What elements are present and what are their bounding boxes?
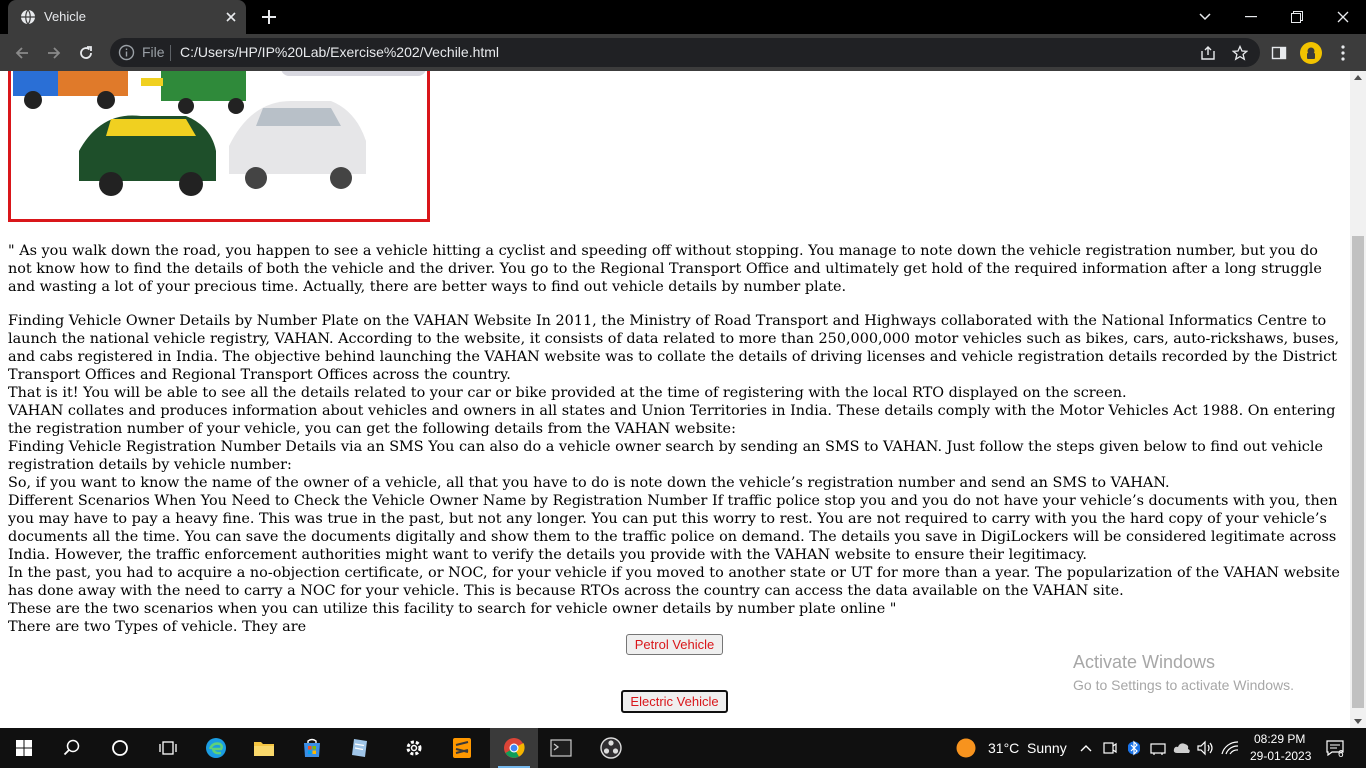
cortana-icon[interactable] <box>96 728 144 768</box>
task-view-icon[interactable] <box>144 728 192 768</box>
onedrive-icon[interactable] <box>1172 738 1192 758</box>
bluetooth-icon[interactable] <box>1124 738 1144 758</box>
weather-temperature[interactable]: 31°C <box>988 740 1019 756</box>
forward-icon[interactable] <box>41 40 67 66</box>
windows-taskbar: 31°C Sunny 08:29 PM 29-01-2023 6 <box>0 728 1366 768</box>
info-icon[interactable] <box>118 44 135 61</box>
obs-icon[interactable] <box>587 728 635 768</box>
meet-now-icon[interactable] <box>1100 738 1120 758</box>
intro-paragraph: " As you walk down the road, you happen … <box>8 243 1322 295</box>
terminal-icon[interactable] <box>537 728 585 768</box>
electric-vehicle-button[interactable]: Electric Vehicle <box>621 690 728 713</box>
text-line: Finding Vehicle Registration Number Deta… <box>8 439 1323 473</box>
restore-icon[interactable] <box>1274 0 1320 34</box>
bookmark-star-icon[interactable] <box>1230 43 1250 63</box>
petrol-vehicle-button[interactable]: Petrol Vehicle <box>626 634 723 655</box>
minimize-icon[interactable] <box>1228 0 1274 34</box>
text-line: So, if you want to know the name of the … <box>8 475 1170 491</box>
tab-title: Vehicle <box>44 9 86 24</box>
text-line: That is it! You will be able to see all … <box>8 385 1127 401</box>
watermark-subtitle: Go to Settings to activate Windows. <box>1073 677 1294 693</box>
weather-description[interactable]: Sunny <box>1027 740 1067 756</box>
clock-time[interactable]: 08:29 PM <box>1254 732 1305 746</box>
text-line: VAHAN collates and produces information … <box>8 403 1336 437</box>
clock-date[interactable]: 29-01-2023 <box>1250 749 1311 763</box>
browser-toolbar: File C:/Users/HP/IP%20Lab/Exercise%202/V… <box>0 34 1366 71</box>
text-line: Different Scenarios When You Need to Che… <box>8 493 1338 563</box>
store-icon[interactable] <box>288 728 336 768</box>
tab-search-icon[interactable] <box>1182 0 1228 34</box>
wifi-icon[interactable] <box>1220 738 1240 758</box>
volume-icon[interactable] <box>1196 738 1216 758</box>
reload-icon[interactable] <box>73 40 99 66</box>
back-icon[interactable] <box>9 40 35 66</box>
network-icon[interactable] <box>1148 738 1168 758</box>
address-bar[interactable]: File C:/Users/HP/IP%20Lab/Exercise%202/V… <box>110 38 1260 67</box>
browser-titlebar: Vehicle <box>0 0 1366 34</box>
sublime-text-icon[interactable] <box>438 728 486 768</box>
scroll-down-arrow-icon[interactable] <box>1354 719 1362 724</box>
settings-gear-icon[interactable] <box>390 728 438 768</box>
file-explorer-icon[interactable] <box>240 728 288 768</box>
close-window-icon[interactable] <box>1320 0 1366 34</box>
watermark-title: Activate Windows <box>1073 652 1216 672</box>
chevron-up-icon[interactable] <box>1076 738 1096 758</box>
text-line: These are the two scenarios when you can… <box>8 601 897 617</box>
start-button[interactable] <box>0 728 48 768</box>
vehicles-illustration <box>13 71 426 196</box>
windows-logo-icon <box>16 740 32 756</box>
new-tab-icon[interactable] <box>258 6 280 28</box>
text-line: In the past, you had to acquire a no-obj… <box>8 565 1340 599</box>
search-icon[interactable] <box>48 728 96 768</box>
omnibox-separator <box>170 45 171 61</box>
scrollbar-thumb[interactable] <box>1352 236 1364 708</box>
menu-dots-icon[interactable] <box>1330 40 1356 66</box>
url-text[interactable]: C:/Users/HP/IP%20Lab/Exercise%202/Vechil… <box>180 44 499 60</box>
page-content: " As you walk down the road, you happen … <box>0 71 1350 728</box>
scheme-label: File <box>142 44 165 60</box>
weather-sun-icon[interactable] <box>956 738 976 758</box>
browser-tab[interactable]: Vehicle <box>8 0 246 34</box>
vehicle-image <box>8 71 430 222</box>
globe-icon <box>21 9 35 25</box>
scroll-up-arrow-icon[interactable] <box>1354 75 1362 80</box>
chrome-icon[interactable] <box>490 728 538 768</box>
edge-icon[interactable] <box>192 728 240 768</box>
close-tab-icon[interactable] <box>222 8 240 26</box>
vertical-scrollbar[interactable] <box>1350 71 1366 728</box>
notification-count: 6 <box>1338 749 1344 760</box>
profile-avatar[interactable] <box>1298 40 1324 66</box>
side-panel-icon[interactable] <box>1266 40 1292 66</box>
notes-app-icon[interactable] <box>336 728 384 768</box>
share-icon[interactable] <box>1198 43 1218 63</box>
body-text: Finding Vehicle Owner Details by Number … <box>8 312 1344 636</box>
text-line: Finding Vehicle Owner Details by Number … <box>8 313 1340 383</box>
activate-windows-watermark: Activate Windows Go to Settings to activ… <box>1073 651 1294 695</box>
